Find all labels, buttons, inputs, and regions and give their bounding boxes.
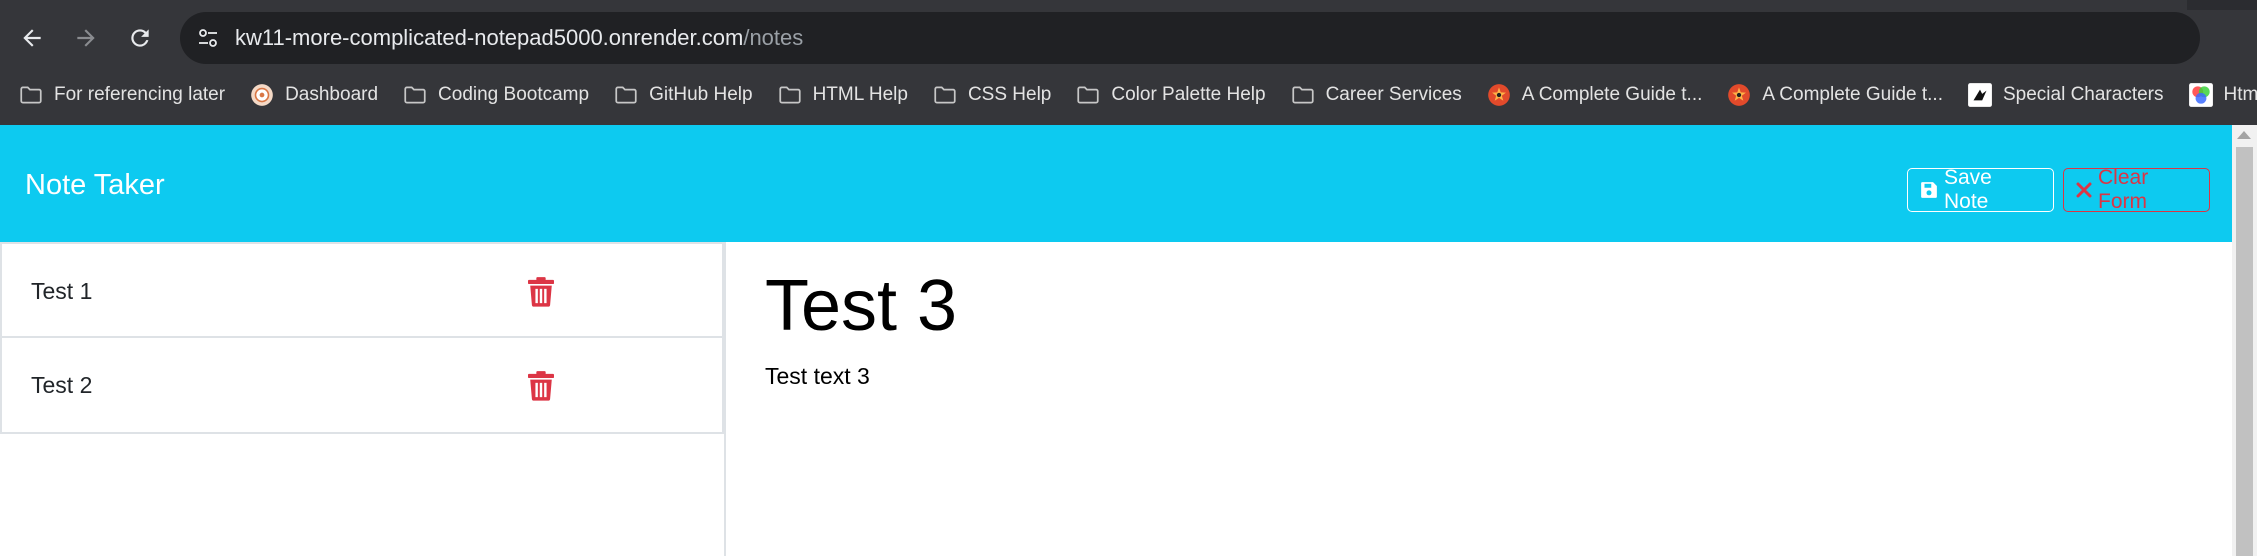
clear-form-label: Clear Form [2098,166,2149,213]
note-title[interactable]: Test 2 [31,372,92,399]
reload-icon [131,29,149,47]
bookmark-label: A Complete Guide t... [1521,84,1703,105]
color-wheel-favicon [2188,82,2214,108]
bookmark-item[interactable]: Color Palette Help [1075,82,1266,108]
bookmark-label: For referencing later [54,84,226,105]
url-host: kw11-more-complicated-notepad5000.onrend… [235,25,744,50]
list-item[interactable]: Test 1 [0,242,724,338]
clear-form-button[interactable]: Clear Form [2063,166,2210,213]
note-editor: Test 3 Test text 3 [765,265,957,390]
trash-icon[interactable] [528,371,554,401]
note-title[interactable]: Test 1 [31,278,92,305]
folder-icon [402,82,428,108]
list-item[interactable]: Test 2 [0,338,724,434]
reload-button[interactable] [120,18,160,58]
bookmark-label: Color Palette Help [1111,84,1266,105]
bookmarks-bar: For referencing later Dashboard Coding Boo… [0,75,2257,115]
bookmark-item[interactable]: A Complete Guide t... [1726,82,1943,108]
save-note-button[interactable]: Save Note [1907,166,2054,213]
bookmark-item[interactable]: Dashboard [249,82,378,108]
save-note-label: Save Note [1944,166,1992,213]
note-text-input[interactable]: Test text 3 [765,363,957,390]
arrow-right-icon [77,29,95,47]
bookmark-item[interactable]: A Complete Guide t... [1486,82,1703,108]
page-scrollbar[interactable] [2232,125,2257,556]
folder-icon [613,82,639,108]
bookmark-item[interactable]: Special Characters [1967,82,2164,108]
bookmark-label: GitHub Help [649,84,753,105]
forward-button[interactable] [66,18,106,58]
app-brand[interactable]: Note Taker [25,169,165,202]
close-icon [2076,182,2092,198]
css-tricks-favicon [1726,82,1752,108]
browser-chrome: kw11-more-complicated-notepad5000.onrend… [0,0,2257,125]
note-title-input[interactable]: Test 3 [765,265,957,347]
site-settings-icon[interactable] [192,22,224,54]
bookmark-label: HTML Help [812,84,908,105]
arrow-left-icon [23,29,41,47]
folder-icon [932,82,958,108]
bookmark-label: Special Characters [2002,84,2164,105]
address-bar[interactable]: kw11-more-complicated-notepad5000.onrend… [180,12,2200,64]
folder-icon [1290,82,1316,108]
bookmark-item[interactable]: Html Color Cod [2188,82,2257,108]
bookmark-label: Career Services [1325,84,1462,105]
bookmark-label: Coding Bootcamp [438,84,590,105]
scrollbar-thumb[interactable] [2236,147,2253,556]
save-icon [1920,181,1938,199]
folder-icon [777,82,803,108]
css-tricks-favicon [1486,82,1512,108]
bookmark-item[interactable]: GitHub Help [613,82,753,108]
url-text[interactable]: kw11-more-complicated-notepad5000.onrend… [235,25,803,51]
note-list: Test 1 Test 2 [0,242,726,556]
bookmark-label: Html Color Cod [2223,84,2257,105]
bookmark-item[interactable]: For referencing later [18,82,225,108]
dashboard-favicon [249,82,275,108]
special-characters-favicon [1967,82,1993,108]
folder-icon [1075,82,1101,108]
bookmark-item[interactable]: Coding Bootcamp [402,82,589,108]
app-navbar: Note Taker Save Note Clear Form [0,125,2232,242]
bookmark-label: A Complete Guide t... [1762,84,1943,105]
bookmark-label: Dashboard [285,84,379,105]
folder-icon [18,82,44,108]
url-path: /notes [743,25,804,50]
trash-icon[interactable] [528,277,554,307]
bookmark-item[interactable]: HTML Help [777,82,908,108]
bookmark-label: CSS Help [967,84,1052,105]
scroll-up-arrow-icon[interactable] [2237,131,2251,139]
bookmark-item[interactable]: CSS Help [932,82,1051,108]
window-controls-area [2187,0,2257,10]
bookmark-item[interactable]: Career Services [1290,82,1462,108]
back-button[interactable] [12,18,52,58]
